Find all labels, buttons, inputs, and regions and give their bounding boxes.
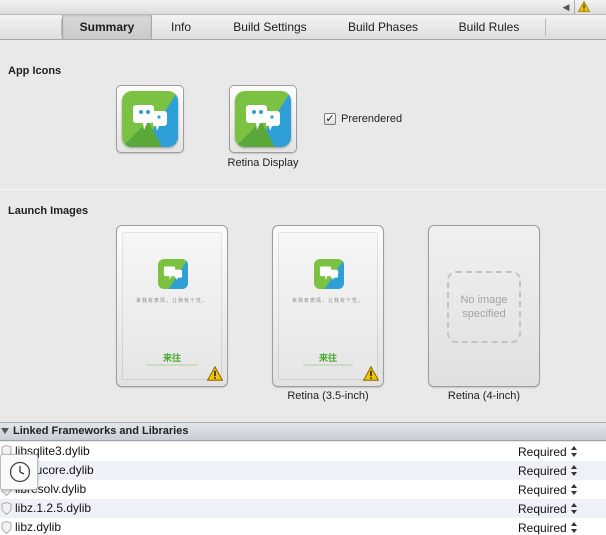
- tab-info[interactable]: Info: [153, 15, 209, 39]
- retina-display-caption: Retina Display: [227, 157, 299, 169]
- retina-3-5-launch-image-well[interactable]: 来我有表情，让我有个性。 来往: [272, 225, 384, 387]
- retina-app-icon-well[interactable]: [229, 85, 297, 153]
- section-divider: [0, 189, 606, 190]
- disclosure-triangle-icon[interactable]: [1, 428, 9, 434]
- warning-icon: [207, 366, 223, 381]
- tab-summary[interactable]: Summary: [62, 15, 152, 39]
- linked-frameworks-header[interactable]: Linked Frameworks and Libraries: [0, 422, 606, 441]
- launch-brand-underline: [303, 364, 353, 366]
- app-logo-icon: [158, 259, 188, 289]
- popup-arrows-icon[interactable]: [570, 483, 578, 496]
- tab-build-phases[interactable]: Build Phases: [333, 15, 433, 39]
- tab-separator: [545, 19, 546, 36]
- retina-4-caption: Retina (4-inch): [447, 390, 521, 402]
- popup-arrows-icon[interactable]: [570, 445, 578, 458]
- retina-3-5-caption: Retina (3.5-inch): [287, 390, 369, 402]
- prerendered-label: Prerendered: [341, 113, 403, 125]
- library-icon: [1, 521, 12, 534]
- library-name: libz.dylib: [15, 520, 62, 534]
- app-icon: [122, 91, 178, 147]
- launch-tagline: 来我有表情，让我有个性。: [135, 298, 208, 304]
- table-row[interactable]: libresolv.dylib Required: [0, 480, 606, 499]
- status-popup[interactable]: Required: [518, 502, 567, 516]
- launch-image: 来我有表情，让我有个性。 来往: [279, 233, 377, 379]
- table-row[interactable]: libz.1.2.5.dylib Required: [0, 499, 606, 518]
- chevron-left-icon[interactable]: ◀: [560, 0, 572, 14]
- issues-warning-button[interactable]: [574, 0, 592, 14]
- status-popup[interactable]: Required: [518, 445, 567, 459]
- tab-build-rules[interactable]: Build Rules: [446, 15, 532, 39]
- launch-tagline: 来我有表情，让我有个性。: [291, 298, 364, 304]
- app-icon-well[interactable]: [116, 85, 184, 153]
- launch-images-heading: Launch Images: [8, 205, 89, 217]
- app-logo-icon: [314, 259, 344, 289]
- status-popup[interactable]: Required: [518, 483, 567, 497]
- retina-4-launch-image-well[interactable]: No image specified: [428, 225, 540, 387]
- recent-history-button[interactable]: [0, 454, 38, 490]
- launch-image: 来我有表情，让我有个性。 来往: [123, 233, 221, 379]
- status-popup[interactable]: Required: [518, 521, 567, 535]
- editor-tab-bar: Summary Info Build Settings Build Phases…: [0, 15, 606, 40]
- linked-frameworks-title: Linked Frameworks and Libraries: [13, 425, 189, 437]
- table-row[interactable]: libsqlite3.dylib Required: [0, 442, 606, 461]
- summary-editor: App Icons Retina Display ✓ Prerendered L…: [0, 41, 606, 421]
- jump-bar-strip: ◀: [0, 0, 606, 15]
- frameworks-table: libsqlite3.dylib Required libicucore.dyl…: [0, 442, 606, 535]
- launch-brand: 来往: [318, 353, 337, 363]
- popup-arrows-icon[interactable]: [570, 464, 578, 477]
- launch-image-well[interactable]: 来我有表情，让我有个性。 来往: [116, 225, 228, 387]
- prerendered-checkbox[interactable]: ✓: [324, 113, 336, 125]
- retina-app-icon: [235, 91, 291, 147]
- warning-icon: [363, 366, 379, 381]
- table-row[interactable]: libicucore.dylib Required: [0, 461, 606, 480]
- launch-brand-underline: [147, 364, 197, 366]
- popup-arrows-icon[interactable]: [570, 521, 578, 534]
- tab-build-settings[interactable]: Build Settings: [216, 15, 324, 39]
- popup-arrows-icon[interactable]: [570, 502, 578, 515]
- app-icons-heading: App Icons: [8, 65, 62, 77]
- launch-brand: 来往: [162, 353, 181, 363]
- table-row[interactable]: libz.dylib Required: [0, 518, 606, 535]
- checkmark-icon: ✓: [325, 113, 335, 125]
- library-icon: [1, 502, 12, 515]
- library-name: libz.1.2.5.dylib: [15, 501, 92, 515]
- warning-icon: [578, 1, 590, 12]
- no-image-placeholder: No image specified: [447, 271, 521, 343]
- clock-icon: [9, 461, 31, 483]
- status-popup[interactable]: Required: [518, 464, 567, 478]
